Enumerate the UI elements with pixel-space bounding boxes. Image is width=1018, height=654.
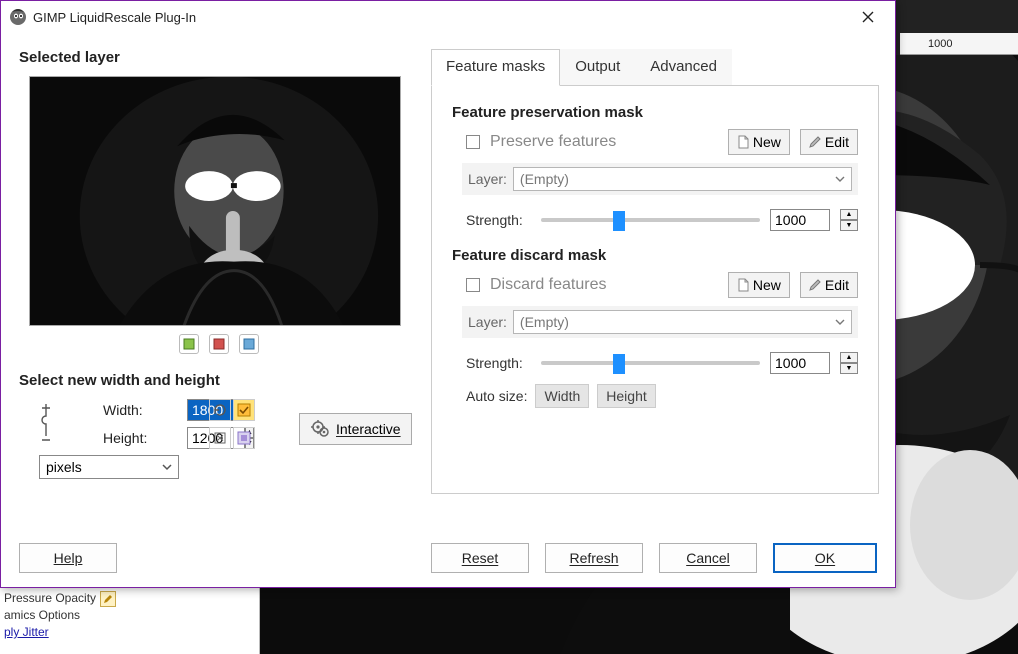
preserve-edit-button[interactable]: Edit bbox=[800, 129, 858, 155]
select-size-heading: Select new width and height bbox=[19, 372, 419, 389]
preserve-heading: Feature preservation mask bbox=[452, 104, 858, 121]
refresh-button[interactable]: Refresh bbox=[545, 543, 643, 573]
unit-select[interactable]: pixels bbox=[39, 455, 179, 479]
discard-edit-button[interactable]: Edit bbox=[800, 272, 858, 298]
discard-layer-select[interactable]: (Empty) bbox=[513, 310, 852, 334]
close-button[interactable] bbox=[847, 3, 889, 31]
chevron-down-icon bbox=[162, 462, 172, 472]
preserve-layer-label: Layer: bbox=[468, 171, 507, 187]
reset-button[interactable]: Reset bbox=[431, 543, 529, 573]
layer-preview bbox=[29, 76, 401, 326]
document-icon bbox=[737, 278, 749, 292]
tab-feature-masks[interactable]: Feature masks bbox=[431, 49, 560, 86]
tab-advanced[interactable]: Advanced bbox=[635, 49, 732, 85]
discard-strength-slider[interactable] bbox=[541, 361, 760, 365]
preview-layer1-icon[interactable] bbox=[179, 334, 199, 354]
mode-icon-1[interactable] bbox=[233, 399, 255, 421]
discard-heading: Feature discard mask bbox=[452, 247, 858, 264]
mode-icon-2[interactable] bbox=[233, 427, 255, 449]
discard-strength-up[interactable]: ▲ bbox=[840, 352, 858, 363]
selected-layer-heading: Selected layer bbox=[19, 49, 419, 66]
preserve-layer-select[interactable]: (Empty) bbox=[513, 167, 852, 191]
pencil-icon[interactable] bbox=[100, 591, 116, 607]
autosize-label: Auto size: bbox=[466, 388, 527, 404]
autosize-width-button[interactable]: Width bbox=[535, 384, 589, 408]
titlebar[interactable]: GIMP LiquidRescale Plug-In bbox=[1, 1, 895, 33]
preserve-strength-slider[interactable] bbox=[541, 218, 760, 222]
discard-strength-value[interactable]: 1000 bbox=[770, 352, 830, 374]
preserve-strength-down[interactable]: ▼ bbox=[840, 220, 858, 231]
autosize-height-button[interactable]: Height bbox=[597, 384, 655, 408]
preserve-new-button[interactable]: New bbox=[728, 129, 790, 155]
interactive-button[interactable]: Interactive bbox=[299, 413, 412, 445]
preserve-label: Preserve features bbox=[490, 133, 616, 151]
height-label: Height: bbox=[103, 430, 183, 446]
pencil-icon bbox=[809, 279, 821, 291]
reset-width-icon[interactable] bbox=[209, 399, 231, 421]
tab-output[interactable]: Output bbox=[560, 49, 635, 85]
gear-icon bbox=[310, 419, 330, 439]
cancel-button[interactable]: Cancel bbox=[659, 543, 757, 573]
interactive-label: Interactive bbox=[336, 421, 401, 437]
tabs: Feature masks Output Advanced bbox=[431, 49, 879, 86]
preview-layer3-icon[interactable] bbox=[239, 334, 259, 354]
ok-button[interactable]: OK bbox=[773, 543, 877, 573]
discard-strength-down[interactable]: ▼ bbox=[840, 363, 858, 374]
preserve-strength-value[interactable]: 1000 bbox=[770, 209, 830, 231]
width-label: Width: bbox=[103, 402, 183, 418]
liquidrescale-dialog: GIMP LiquidRescale Plug-In Selected laye… bbox=[0, 0, 896, 588]
opt-dynamics: amics Options bbox=[4, 607, 255, 624]
preserve-strength-up[interactable]: ▲ bbox=[840, 209, 858, 220]
preview-layer2-icon[interactable] bbox=[209, 334, 229, 354]
ruler-top: 1000 bbox=[900, 33, 1018, 55]
discard-label: Discard features bbox=[490, 276, 607, 294]
window-title: GIMP LiquidRescale Plug-In bbox=[33, 10, 847, 25]
help-button[interactable]: Help bbox=[19, 543, 117, 573]
reset-height-icon[interactable] bbox=[209, 427, 231, 449]
preserve-checkbox[interactable] bbox=[466, 135, 480, 149]
discard-layer-label: Layer: bbox=[468, 314, 507, 330]
opt-pressure-opacity: Pressure Opacity bbox=[4, 590, 96, 607]
opt-jitter-link[interactable]: ply Jitter bbox=[4, 624, 255, 641]
link-icon[interactable] bbox=[39, 402, 53, 446]
discard-strength-label: Strength: bbox=[466, 355, 531, 371]
chevron-down-icon bbox=[835, 174, 845, 184]
discard-checkbox[interactable] bbox=[466, 278, 480, 292]
discard-new-button[interactable]: New bbox=[728, 272, 790, 298]
tool-options-panel: Pressure Opacity amics Options ply Jitte… bbox=[0, 588, 260, 654]
app-icon bbox=[9, 8, 27, 26]
unit-value: pixels bbox=[46, 459, 82, 475]
document-icon bbox=[737, 135, 749, 149]
pencil-icon bbox=[809, 136, 821, 148]
preserve-strength-label: Strength: bbox=[466, 212, 531, 228]
tab-panel-feature-masks: Feature preservation mask Preserve featu… bbox=[431, 86, 879, 494]
chevron-down-icon bbox=[835, 317, 845, 327]
